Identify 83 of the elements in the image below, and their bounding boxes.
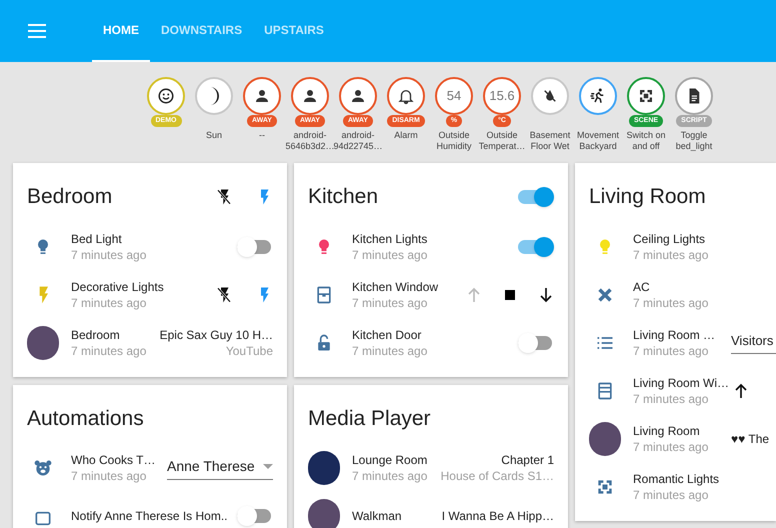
- entity-name: Living Room …: [633, 326, 716, 342]
- entity-name: Kitchen Lights: [352, 230, 428, 246]
- toggle-switch[interactable]: [237, 506, 273, 526]
- last-changed: 7 minutes ago: [633, 294, 710, 310]
- last-changed: 7 minutes ago: [352, 342, 428, 358]
- person-icon: [301, 87, 319, 105]
- badge-label: Alarm: [393, 130, 419, 141]
- last-changed: 7 minutes ago: [633, 342, 710, 358]
- entity-name: Kitchen Window: [352, 278, 440, 294]
- caret-icon: [263, 464, 273, 469]
- photo-placeholder: [589, 422, 621, 456]
- scene-icon: [637, 87, 655, 105]
- last-changed: 7 minutes ago: [352, 468, 428, 484]
- entity-name: Bedroom: [71, 326, 121, 342]
- tab[interactable]: HOME: [92, 0, 150, 62]
- media-subtitle: YouTube: [226, 342, 273, 358]
- toggle-switch[interactable]: [518, 332, 554, 352]
- badge-label: Outside Humidity: [435, 130, 472, 152]
- toggle-switch[interactable]: [237, 236, 273, 256]
- entity-name: Ceiling Lights: [633, 230, 706, 246]
- card-title: Media Player: [308, 406, 431, 432]
- badge-value: 15.6: [489, 87, 515, 106]
- logo-placeholder: [308, 451, 340, 485]
- media-title: Chapter 1: [501, 452, 554, 468]
- badge-label: android-94d22745…: [333, 130, 383, 152]
- entity-name: Lounge Room: [352, 452, 428, 468]
- entity-name: Living Room Wi…: [633, 374, 725, 390]
- last-changed: 7 minutes ago: [71, 294, 148, 310]
- entity-name: Decorative Lights: [71, 278, 165, 294]
- last-changed: 7 minutes ago: [633, 390, 710, 406]
- entity-name: Romantic Lights: [633, 470, 720, 486]
- last-changed: 7 minutes ago: [633, 486, 710, 502]
- bear-face-icon: [33, 458, 53, 478]
- moon-icon: [210, 87, 218, 105]
- entity-name: Who Cooks T…: [71, 452, 156, 468]
- last-changed: 7 minutes ago: [71, 246, 148, 262]
- entity-name: Notify Anne Therese Is Hom..: [71, 508, 229, 524]
- dropdown-field[interactable]: Anne Therese: [167, 456, 273, 480]
- media-title: Epic Sax Guy 10 H…: [160, 326, 273, 342]
- badge-label: Sun: [204, 130, 223, 141]
- media-title: ♥♥ The: [731, 430, 770, 446]
- lightning-off-icon: [215, 286, 233, 304]
- smiley-icon: [157, 87, 175, 105]
- toggle-switch[interactable]: [518, 236, 554, 256]
- lightning-off-icon: [215, 188, 233, 206]
- bell-icon: [397, 87, 415, 105]
- badge-label: --: [258, 130, 266, 141]
- entity-name: Kitchen Door: [352, 326, 422, 342]
- last-changed: 7 minutes ago: [352, 294, 428, 310]
- badge-label: Switch on and off: [625, 130, 667, 152]
- badge-label: Toggle bed_light: [674, 130, 714, 152]
- dropdown-field[interactable]: Visitors: [731, 331, 776, 354]
- arrow-down-icon[interactable]: [538, 286, 554, 302]
- toggle-switch[interactable]: [518, 186, 554, 207]
- photo-placeholder: [308, 499, 340, 528]
- photo-placeholder: [27, 326, 59, 360]
- person-icon: [349, 87, 367, 105]
- card-title: Automations: [27, 406, 144, 432]
- badge-label: Outside Temperat…: [478, 130, 526, 152]
- entity-name: Walkman: [352, 508, 403, 524]
- lightning-off-button[interactable]: [215, 286, 233, 304]
- badge-value: 54: [446, 87, 462, 106]
- arrow-up-icon[interactable]: [733, 382, 749, 398]
- last-changed: 7 minutes ago: [352, 246, 428, 262]
- menu-icon[interactable]: [28, 24, 46, 38]
- media-subtitle: House of Cards S1…: [440, 468, 554, 484]
- stop-button[interactable]: [505, 290, 515, 300]
- last-changed: 7 minutes ago: [71, 468, 148, 484]
- last-changed: 7 minutes ago: [71, 342, 148, 358]
- badge-label: android-5646b3d2…: [285, 130, 335, 152]
- media-title: I Wanna Be A Hipp…: [442, 508, 554, 524]
- last-changed: 7 minutes ago: [633, 246, 710, 262]
- lightning-off-button[interactable]: [215, 188, 233, 206]
- card-title: Bedroom: [27, 184, 112, 210]
- card-title: Kitchen: [308, 184, 378, 210]
- entity-name: Bed Light: [71, 230, 123, 246]
- person-icon: [253, 87, 271, 105]
- entity-name: AC: [633, 278, 651, 294]
- last-changed: 7 minutes ago: [633, 438, 710, 454]
- entity-name: Living Room: [633, 422, 701, 438]
- badge-label: Basement Floor Wet: [528, 130, 572, 152]
- badge-label: Movement Backyard: [576, 130, 620, 152]
- card-title: Living Room: [589, 184, 706, 210]
